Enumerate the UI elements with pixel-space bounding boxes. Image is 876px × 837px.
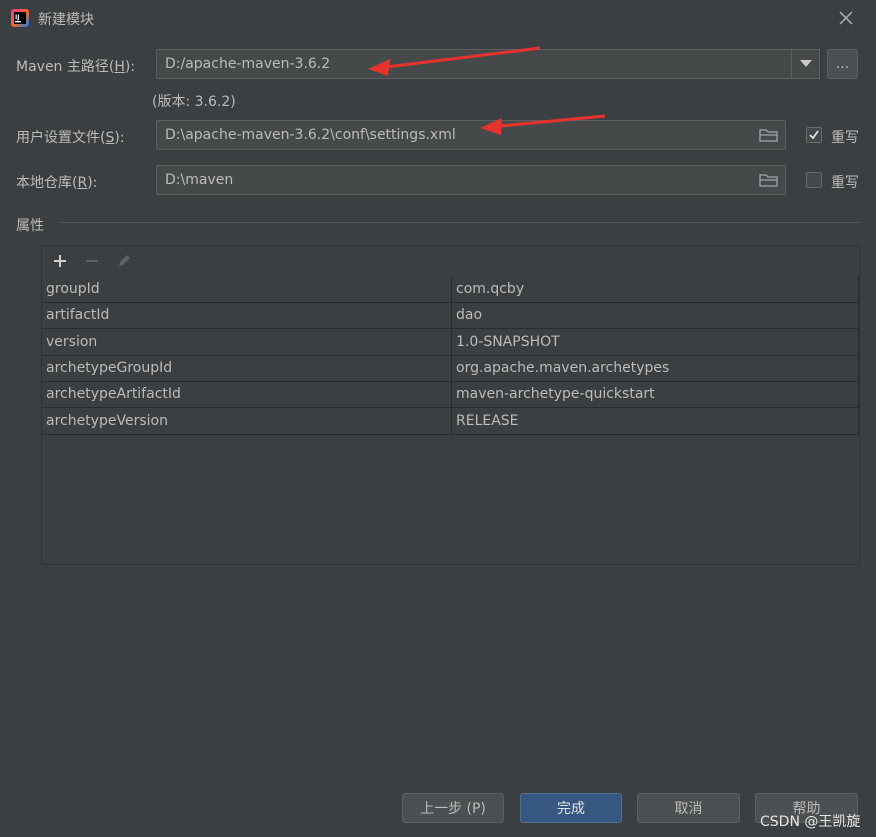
property-value[interactable]: RELEASE: [452, 409, 859, 434]
user-settings-override-checkbox[interactable]: [806, 127, 822, 143]
maven-home-browse-button[interactable]: ...: [827, 49, 858, 79]
table-row[interactable]: archetypeArtifactId maven-archetype-quick…: [42, 382, 859, 408]
maven-home-dropdown-button[interactable]: [791, 49, 820, 79]
folder-icon[interactable]: [759, 172, 779, 188]
property-key[interactable]: archetypeGroupId: [42, 356, 452, 381]
annotation-arrows: [368, 46, 606, 135]
property-key[interactable]: artifactId: [42, 303, 452, 328]
property-key[interactable]: archetypeArtifactId: [42, 382, 452, 407]
user-settings-label: 用户设置文件(S):: [16, 130, 125, 146]
local-repo-override-checkbox[interactable]: [806, 172, 822, 188]
title-bar: IJ 新建模块: [0, 0, 876, 36]
intellij-app-icon: IJ: [10, 8, 30, 28]
property-value[interactable]: maven-archetype-quickstart: [452, 382, 859, 407]
local-repo-input[interactable]: D:\maven: [156, 165, 786, 195]
maven-home-value: D:/apache-maven-3.6.2: [165, 56, 331, 72]
local-repo-value: D:\maven: [165, 172, 234, 188]
cancel-button[interactable]: 取消: [637, 793, 740, 823]
folder-icon[interactable]: [759, 127, 779, 143]
table-row[interactable]: archetypeVersion RELEASE: [42, 409, 859, 435]
property-value[interactable]: dao: [452, 303, 859, 328]
svg-text:IJ: IJ: [15, 14, 19, 21]
property-value[interactable]: org.apache.maven.archetypes: [452, 356, 859, 381]
checkmark-icon: [809, 130, 819, 140]
properties-toolbar: [42, 246, 859, 276]
section-divider: [58, 222, 861, 223]
property-value[interactable]: com.qcby: [452, 277, 859, 302]
local-repo-override-label: 重写: [831, 175, 859, 191]
property-value[interactable]: 1.0-SNAPSHOT: [452, 330, 859, 355]
edit-pencil-icon[interactable]: [114, 251, 134, 271]
table-row[interactable]: archetypeGroupId org.apache.maven.archety…: [42, 356, 859, 382]
finish-button[interactable]: 完成: [520, 793, 622, 823]
watermark-text: CSDN @王凯旋: [760, 814, 861, 830]
property-key[interactable]: groupId: [42, 277, 452, 302]
property-key[interactable]: archetypeVersion: [42, 409, 452, 434]
maven-home-label: Maven 主路径(H):: [16, 59, 136, 75]
maven-version-label: (版本: 3.6.2): [152, 94, 236, 110]
properties-panel: groupId com.qcby artifactId dao version 1.0-S…: [41, 245, 860, 565]
table-row[interactable]: version 1.0-SNAPSHOT: [42, 330, 859, 356]
table-row[interactable]: artifactId dao: [42, 303, 859, 329]
properties-section-title: 属性: [16, 218, 44, 234]
remove-icon[interactable]: [82, 251, 102, 271]
close-icon[interactable]: [836, 8, 856, 28]
property-key[interactable]: version: [42, 330, 452, 355]
add-icon[interactable]: [50, 251, 70, 271]
chevron-down-icon: [799, 60, 812, 67]
previous-button[interactable]: 上一步 (P): [402, 793, 504, 823]
window-title: 新建模块: [38, 12, 94, 28]
user-settings-override-label: 重写: [831, 130, 859, 146]
table-row[interactable]: groupId com.qcby: [42, 277, 859, 303]
local-repo-label: 本地仓库(R):: [16, 175, 98, 191]
